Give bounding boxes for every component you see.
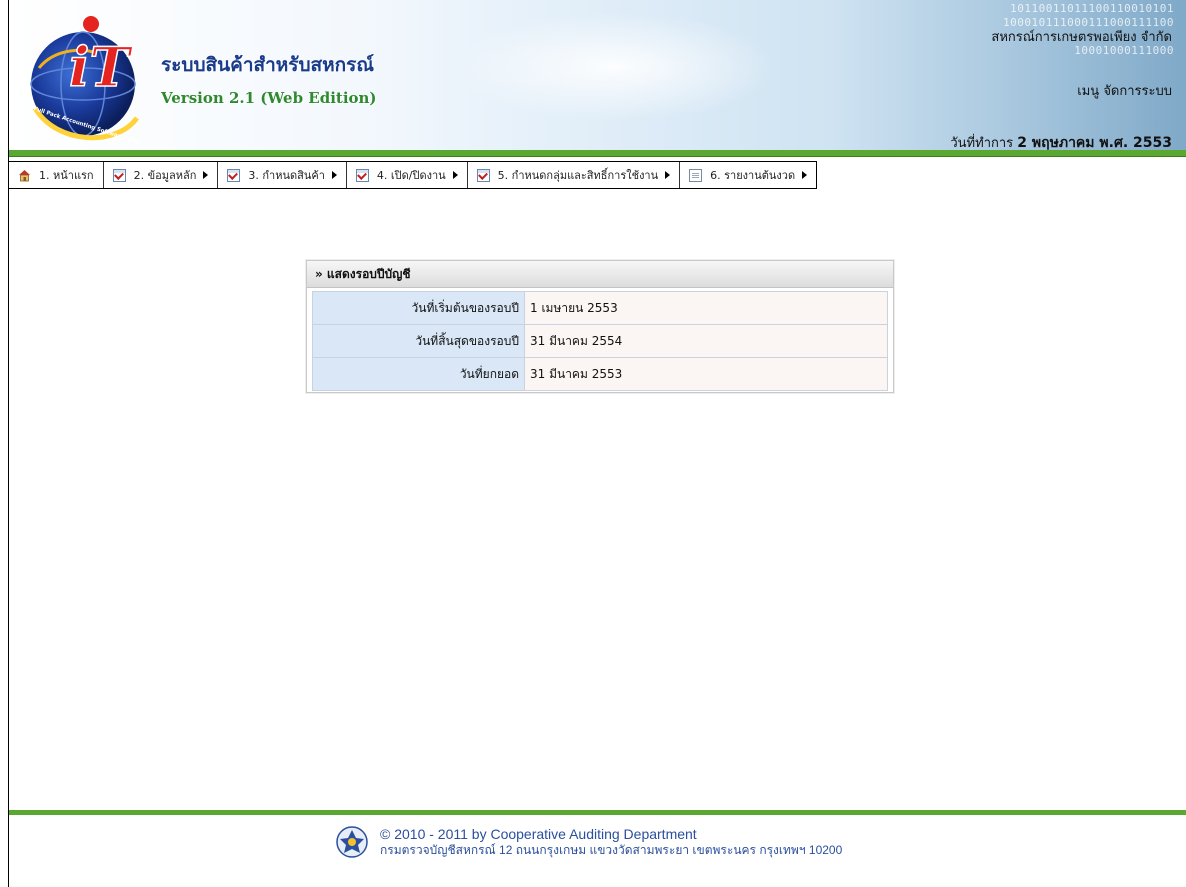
footer-divider	[9, 810, 1186, 815]
checkbox-icon	[112, 168, 126, 182]
work-date: วันที่ทำการ 2 พฤษภาคม พ.ศ. 2553	[950, 132, 1172, 150]
row-label: วันที่ยกยอด	[312, 357, 525, 391]
page-frame: 10110011011100110010101 1000101110001110…	[8, 0, 1186, 887]
banner-decoration	[449, 12, 779, 122]
main-menu-bar: 1. หน้าแรก 2. ข้อมูลหลัก 3. กำหนดสินค้า …	[9, 161, 818, 189]
menu-item-master-data[interactable]: 2. ข้อมูลหลัก	[104, 162, 219, 188]
header-banner: 10110011011100110010101 1000101110001110…	[9, 0, 1186, 150]
copyright-text: © 2010 - 2011 by Cooperative Auditing De…	[380, 826, 697, 842]
row-value: 31 มีนาคม 2553	[524, 357, 888, 391]
home-icon	[19, 169, 30, 181]
menu-context-label: เมนู จัดการระบบ	[1077, 84, 1172, 99]
menu-item-label: 4. เปิด/ปิดงาน	[376, 169, 446, 182]
fiscal-year-panel: » แสดงรอบปีบัญชี วันที่เริ่มต้นของรอบปี …	[306, 260, 894, 393]
checkbox-icon	[227, 168, 241, 182]
checkbox-icon	[355, 168, 369, 182]
app-version: Version 2.1 (Web Edition)	[161, 89, 377, 107]
menu-item-opening-reports[interactable]: 6. รายงานต้นงวด	[680, 162, 816, 188]
menu-item-home[interactable]: 1. หน้าแรก	[9, 162, 104, 188]
menu-item-groups-permissions[interactable]: 5. กำหนดกลุ่มและสิทธิ์การใช้งาน	[468, 162, 681, 188]
logo-text: iT	[69, 35, 134, 99]
table-row: วันที่สิ้นสุดของรอบปี 31 มีนาคม 2554	[312, 324, 888, 358]
fiscal-year-table: วันที่เริ่มต้นของรอบปี 1 เมษายน 2553 วัน…	[312, 291, 888, 391]
menu-item-label: 1. หน้าแรก	[39, 169, 94, 182]
menu-item-label: 3. กำหนดสินค้า	[248, 169, 325, 182]
row-label: วันที่สิ้นสุดของรอบปี	[312, 324, 525, 358]
menu-item-open-close[interactable]: 4. เปิด/ปิดงาน	[347, 162, 468, 188]
footer: © 2010 - 2011 by Cooperative Auditing De…	[334, 822, 842, 862]
submenu-arrow-icon	[452, 171, 458, 179]
organization-name: สหกรณ์การเกษตรพอเพียง จำกัด	[991, 30, 1172, 45]
submenu-arrow-icon	[802, 171, 808, 179]
menu-item-label: 2. ข้อมูลหลัก	[133, 169, 197, 182]
row-value: 31 มีนาคม 2554	[524, 324, 888, 358]
menu-item-products[interactable]: 3. กำหนดสินค้า	[218, 162, 347, 188]
department-address: กรมตรวจบัญชีสหกรณ์ 12 ถนนกรุงเกษม แขวงวั…	[380, 843, 843, 857]
work-date-label: วันที่ทำการ	[950, 136, 1014, 150]
app-title: ระบบสินค้าสำหรับสหกรณ์	[161, 54, 375, 76]
submenu-arrow-icon	[203, 171, 209, 179]
checkbox-icon	[476, 168, 490, 182]
panel-title: » แสดงรอบปีบัญชี	[307, 261, 893, 288]
menu-item-label: 6. รายงานต้นงวด	[710, 169, 796, 182]
table-row: วันที่ยกยอด 31 มีนาคม 2553	[312, 357, 888, 391]
table-row: วันที่เริ่มต้นของรอบปี 1 เมษายน 2553	[312, 291, 888, 325]
department-seal-icon	[336, 826, 368, 858]
document-icon	[689, 168, 703, 182]
footer-text: © 2010 - 2011 by Cooperative Auditing De…	[380, 826, 842, 858]
header-divider	[9, 150, 1186, 157]
submenu-arrow-icon	[331, 171, 337, 179]
menu-item-label: 5. กำหนดกลุ่มและสิทธิ์การใช้งาน	[497, 169, 659, 182]
row-label: วันที่เริ่มต้นของรอบปี	[312, 291, 525, 325]
fas-logo: iT Full Pack Accounting Software : FAS	[30, 16, 141, 146]
work-date-value: 2 พฤษภาคม พ.ศ. 2553	[1017, 135, 1172, 150]
row-value: 1 เมษายน 2553	[524, 291, 888, 325]
submenu-arrow-icon	[665, 171, 671, 179]
